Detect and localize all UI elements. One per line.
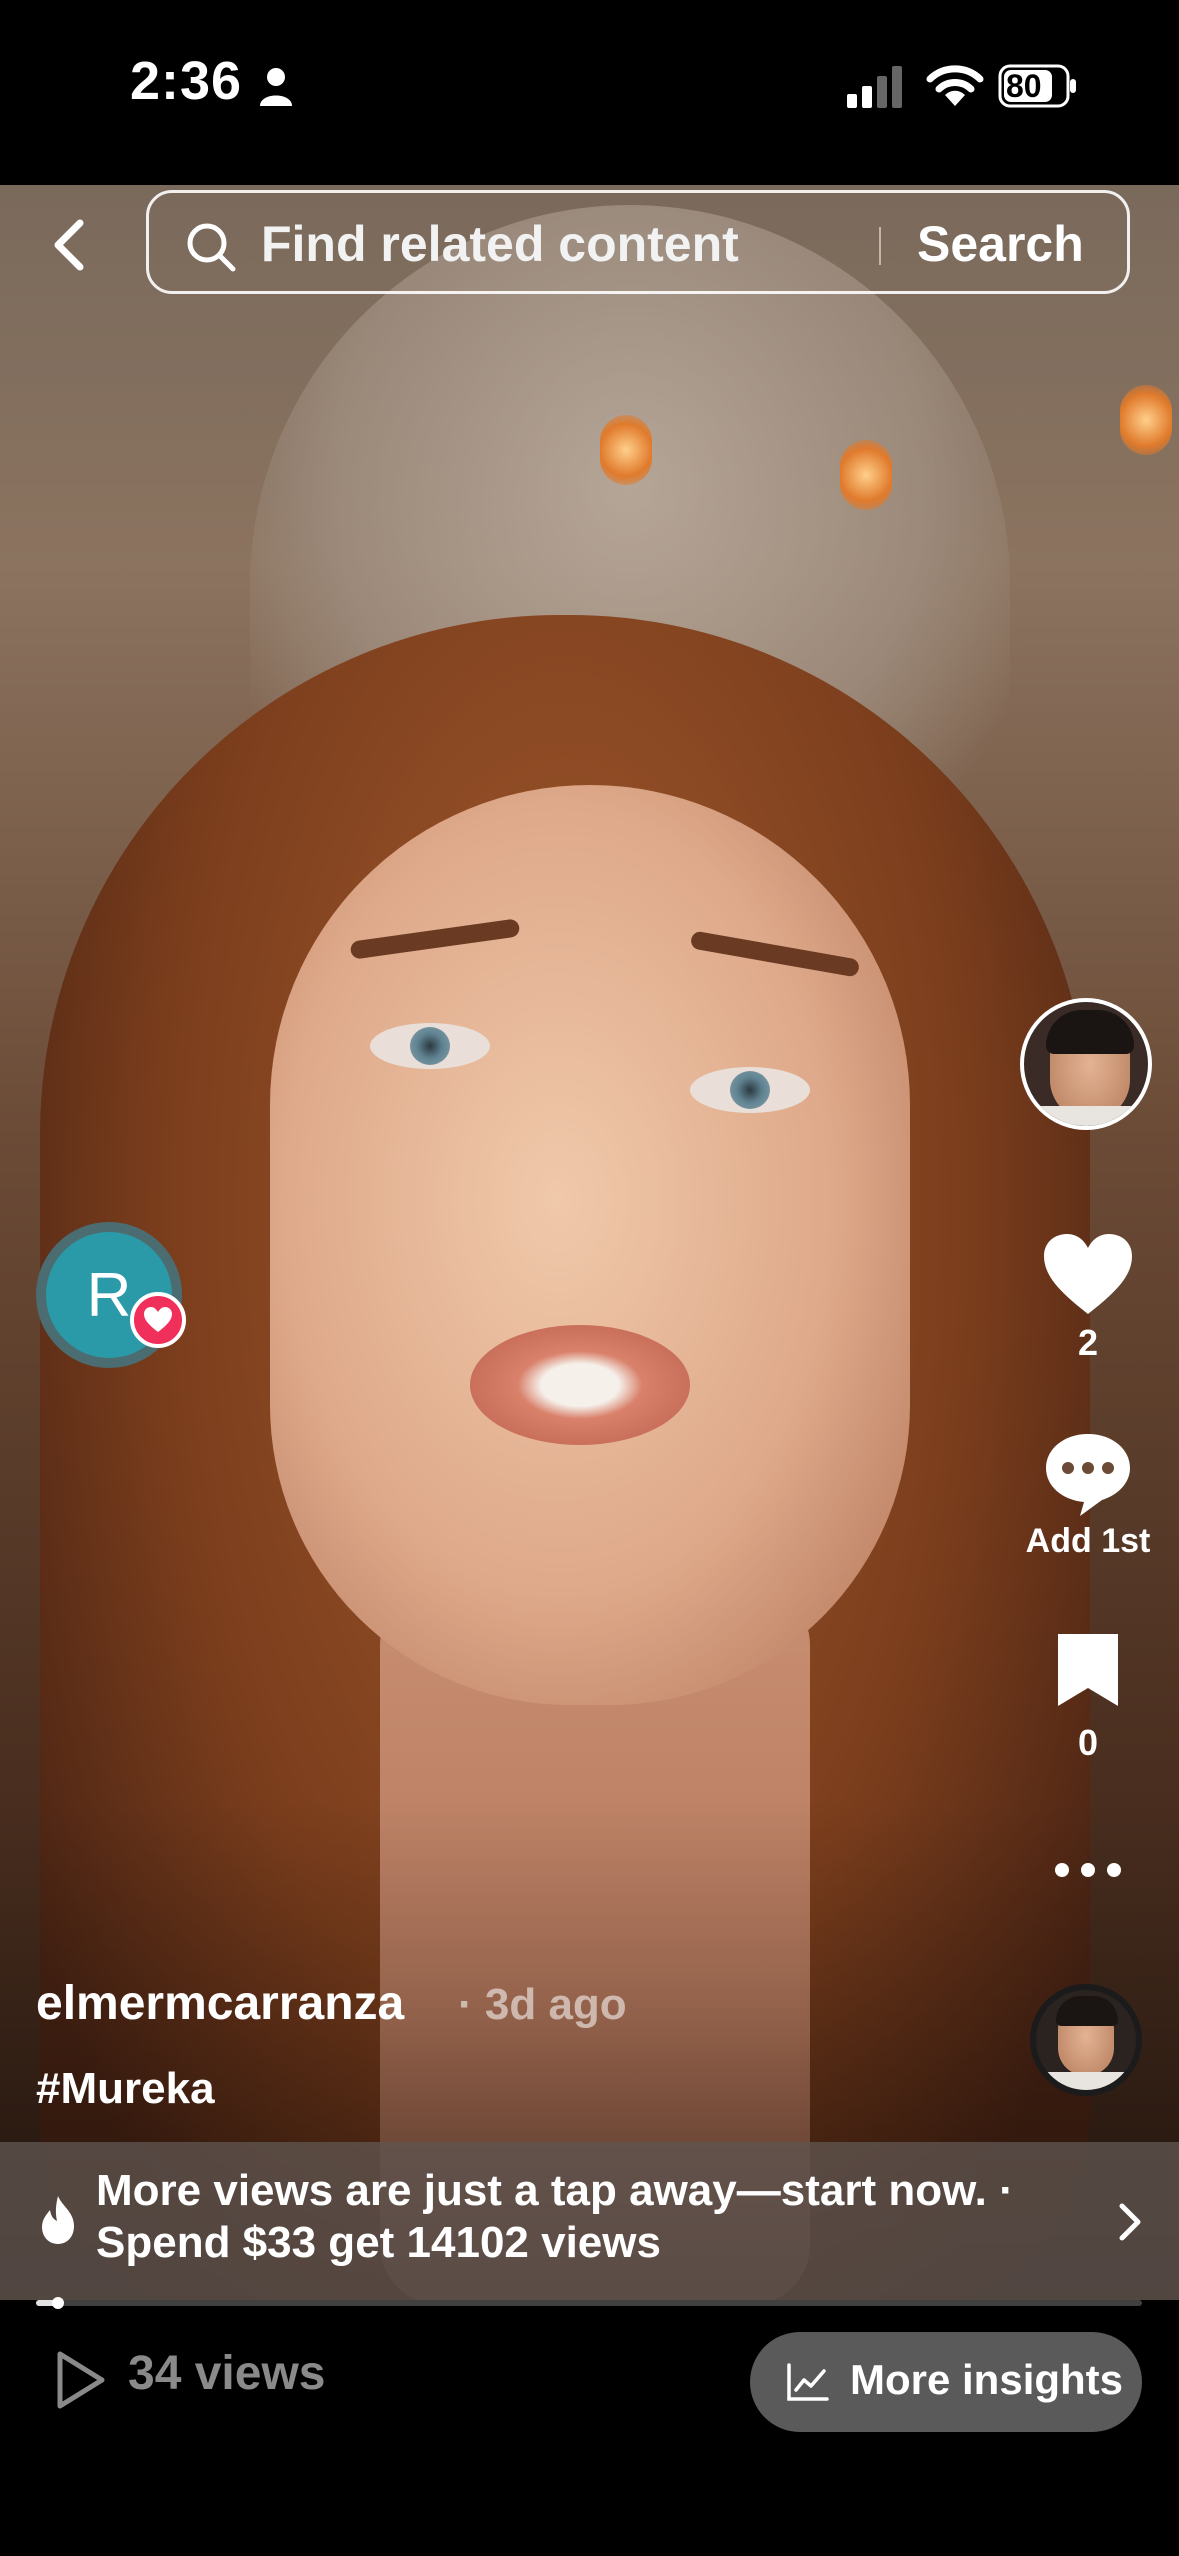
views-count: 34 views [128,2347,326,2400]
subject-eye [690,1067,810,1113]
disc-hair [1056,1996,1118,2026]
subject-eye [370,1023,490,1069]
status-bar: 2:36 80 [0,0,1179,185]
playback-scrubber[interactable] [52,2297,65,2309]
comment-bubble-icon[interactable] [1040,1428,1136,1518]
person-icon [260,68,292,106]
avatar-hair [1046,1010,1134,1054]
creator-avatar[interactable] [1020,998,1152,1130]
status-time: 2:36 [130,51,243,111]
fire-icon [42,2196,74,2244]
background-lamp [600,415,652,485]
chevron-right-icon [1119,2203,1141,2241]
post-age: · 3d ago [458,1980,627,2029]
background-lamp [1120,385,1172,455]
comment-count: Add 1st [1025,1522,1151,1560]
search-input[interactable]: Find related content [261,215,739,273]
screen: 2:36 80 Find related content Search 2 Ad… [0,0,1179,2556]
bookmark-icon[interactable] [1050,1630,1126,1710]
like-count: 2 [1077,1322,1099,1363]
heart-badge-icon [130,1292,186,1348]
more-dots-icon[interactable] [1050,1850,1126,1890]
search-divider [879,227,881,265]
username[interactable]: elmermcarranza [36,1976,404,2031]
battery-icon: 80 [998,64,1078,108]
music-disc[interactable] [1030,1984,1142,2096]
search-bar[interactable]: Find related content Search [146,190,1130,294]
back-chevron-icon [54,219,84,271]
chart-icon [787,2363,829,2401]
more-insights-label: More insights [850,2356,1124,2403]
search-icon [187,223,236,272]
background-lamp [840,440,892,510]
promote-banner[interactable]: More views are just a tap away—start now… [0,2142,1179,2300]
search-button[interactable]: Search [917,215,1084,273]
bottom-bar: 34 views More insights [0,2310,1179,2556]
playback-progress[interactable] [36,2297,1142,2309]
subject-face [270,785,910,1705]
cellular-signal-icon [847,66,902,108]
battery-level: 80 [1006,68,1042,104]
subject-lips [470,1325,690,1445]
promo-text-primary: More views are just a tap away—start now… [96,2166,1014,2215]
back-button[interactable] [40,210,100,280]
promo-text-secondary: Spend $33 get 14102 views [96,2218,661,2267]
bookmark-count: 0 [1077,1722,1099,1763]
heart-icon[interactable] [1040,1230,1136,1320]
play-icon [57,2351,105,2409]
hashtag-link[interactable]: #Mureka [36,2064,215,2114]
wifi-icon [926,65,984,106]
more-insights-button[interactable]: More insights [750,2332,1142,2432]
